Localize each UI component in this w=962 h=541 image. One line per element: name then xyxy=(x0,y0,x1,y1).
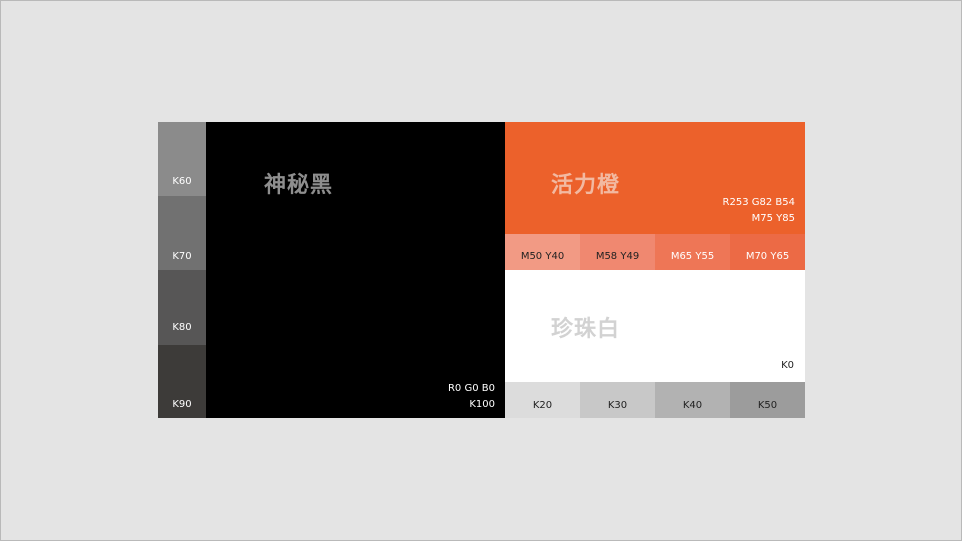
swatch-k30: K30 xyxy=(580,382,655,418)
white-cmyk: K0 xyxy=(781,360,794,371)
orange-cmyk: M75 Y85 xyxy=(751,213,795,224)
swatch-k30-label: K30 xyxy=(607,400,628,411)
orange-name: 活力橙 xyxy=(551,173,621,198)
swatch-k70: K70 xyxy=(158,196,206,270)
swatch-k60: K60 xyxy=(158,122,206,196)
swatch-k20: K20 xyxy=(505,382,580,418)
swatch-k40: K40 xyxy=(655,382,730,418)
orange-rgb: R253 G82 B54 xyxy=(722,197,795,208)
swatch-k40-label: K40 xyxy=(682,400,703,411)
swatch-pearl-white: 珍珠白 K0 xyxy=(505,270,805,382)
swatch-mystery-black: 神秘黑 R0 G0 B0 K100 xyxy=(206,122,505,418)
swatch-k60-label: K60 xyxy=(172,176,192,187)
orange-tint-label: M70 Y65 xyxy=(745,251,790,262)
black-rgb: R0 G0 B0 xyxy=(447,383,495,394)
white-name: 珍珠白 xyxy=(551,317,621,342)
swatch-k70-label: K70 xyxy=(172,251,192,262)
swatch-k80-label: K80 xyxy=(172,322,192,333)
swatch-orange-tint: M70 Y65 xyxy=(730,234,805,270)
swatch-k20-label: K20 xyxy=(532,400,553,411)
color-palette: K60 K70 K80 K90 神秘黑 R0 G0 B0 K100 活力橙 R2… xyxy=(158,122,805,418)
swatch-k80: K80 xyxy=(158,270,206,345)
swatch-k90: K90 xyxy=(158,345,206,418)
black-name: 神秘黑 xyxy=(264,173,334,198)
orange-tint-label: M58 Y49 xyxy=(595,251,640,262)
orange-tint-label: M65 Y55 xyxy=(670,251,715,262)
swatch-k50-label: K50 xyxy=(757,400,778,411)
black-cmyk: K100 xyxy=(469,399,495,410)
swatch-orange-tint: M65 Y55 xyxy=(655,234,730,270)
swatch-k50: K50 xyxy=(730,382,805,418)
orange-tint-label: M50 Y40 xyxy=(520,251,565,262)
swatch-vitality-orange: 活力橙 R253 G82 B54 M75 Y85 xyxy=(505,122,805,234)
swatch-orange-tint: M58 Y49 xyxy=(580,234,655,270)
swatch-k90-label: K90 xyxy=(172,399,192,410)
swatch-orange-tint: M50 Y40 xyxy=(505,234,580,270)
